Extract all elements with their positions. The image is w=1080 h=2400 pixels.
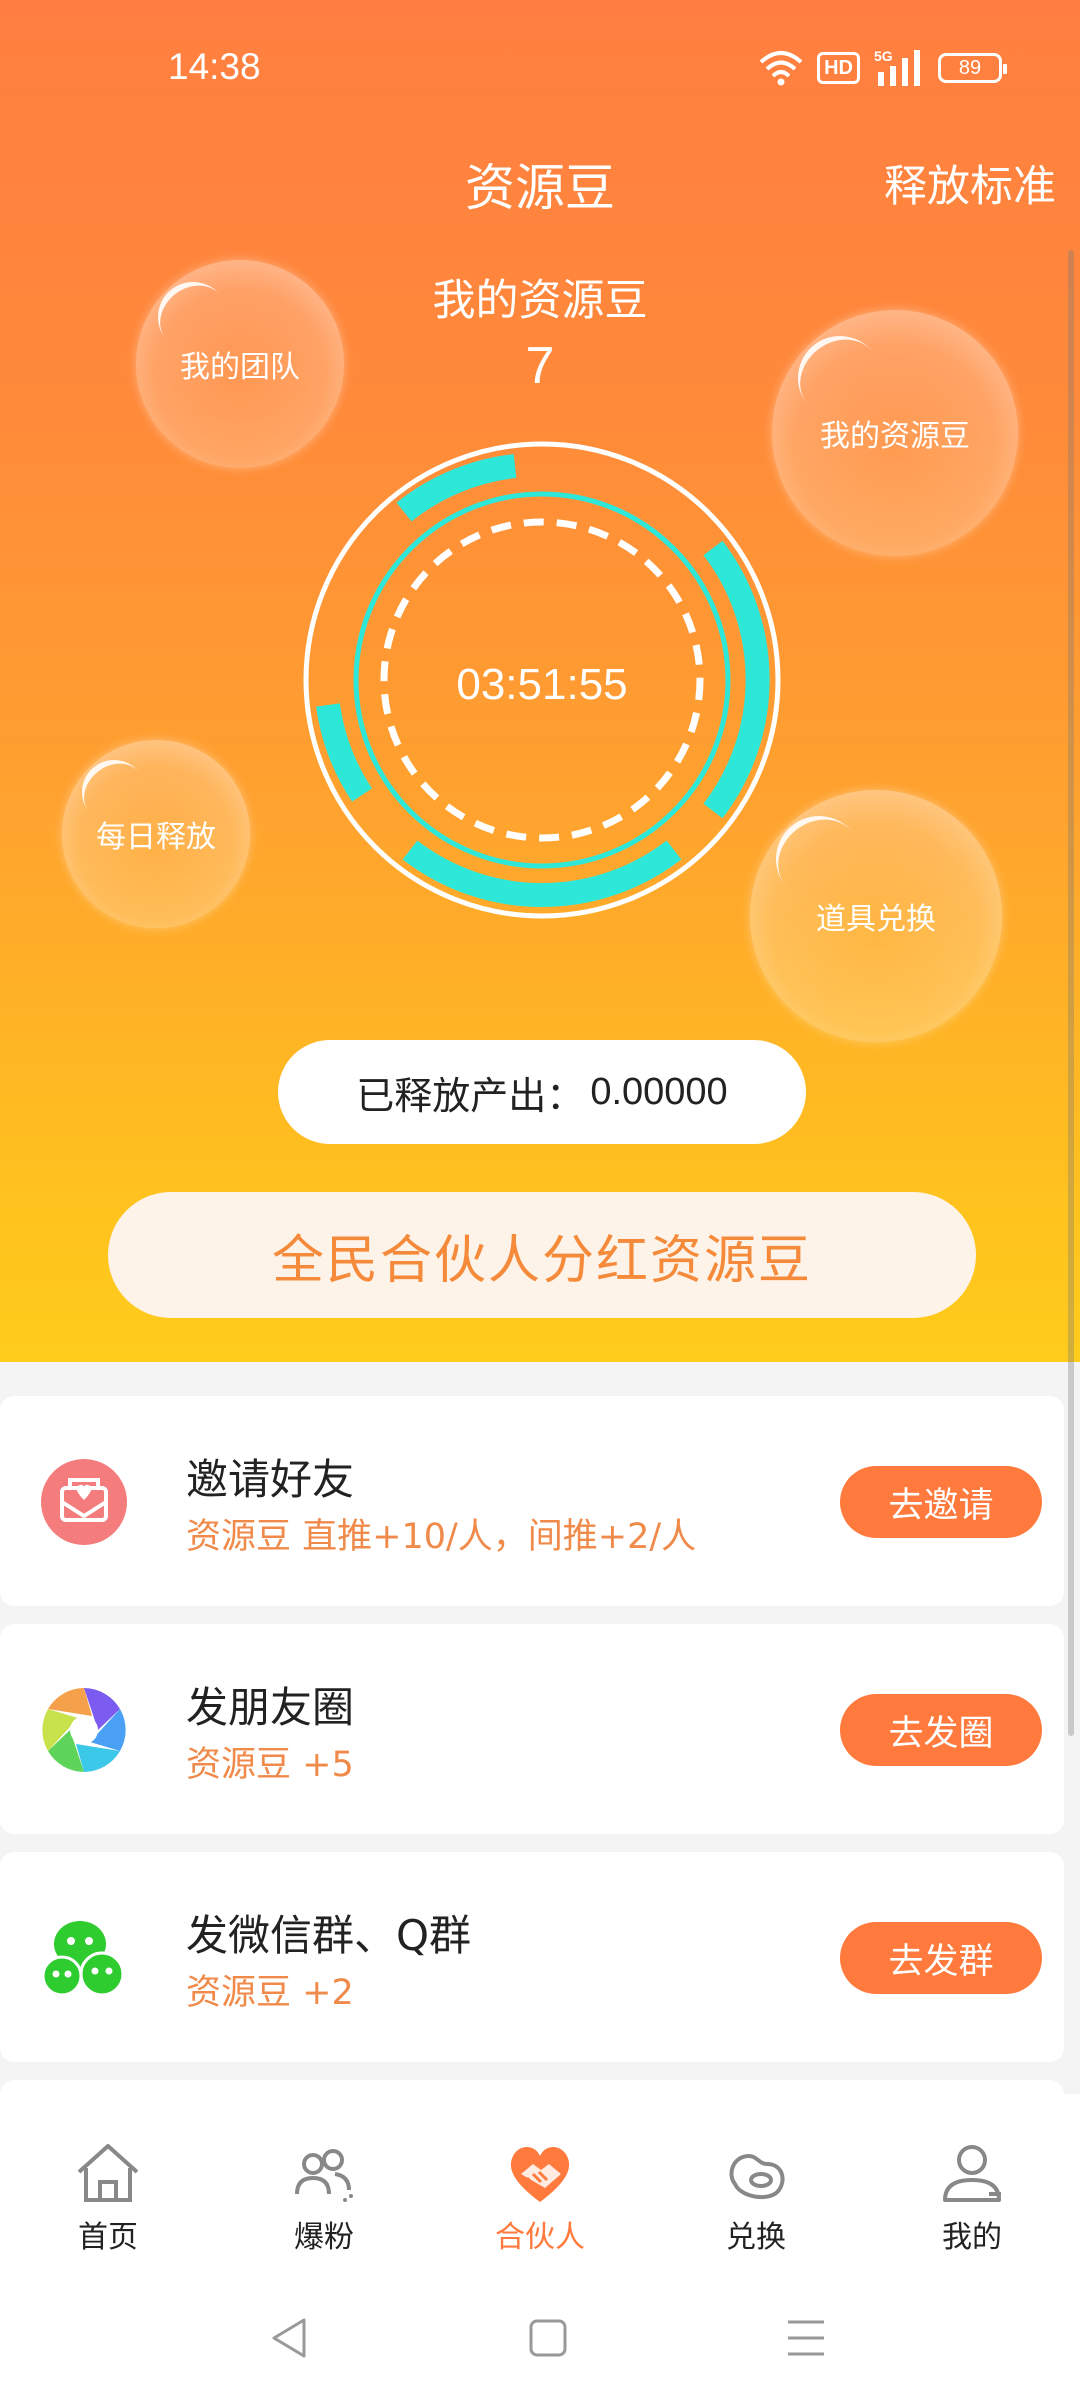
release-standard-link[interactable]: 释放标准 xyxy=(884,152,1056,214)
exchange-bean-icon xyxy=(729,2153,785,2200)
invite-button[interactable]: 去邀请 xyxy=(840,1466,1042,1538)
post-moments-button[interactable]: 去发圈 xyxy=(840,1694,1042,1766)
tab-label: 我的 xyxy=(942,2220,1002,2255)
profile-icon xyxy=(943,2145,1001,2202)
tab-label: 兑换 xyxy=(726,2220,786,2255)
status-icons: HD 5G 89 xyxy=(759,46,1007,90)
released-value: 0.00000 xyxy=(590,1070,728,1113)
item-exchange-bubble[interactable]: 道具兑换 xyxy=(750,790,1002,1042)
hero-panel: 14:38 HD 5G 89 资源豆 释放标准 我的资源豆 7 我的团队 我的资… xyxy=(0,0,1080,1362)
tab-partner[interactable]: 合伙人 xyxy=(432,2094,648,2274)
tab-label: 爆粉 xyxy=(294,2220,354,2255)
back-icon[interactable] xyxy=(266,2314,314,2362)
tab-home[interactable]: 首页 xyxy=(0,2094,216,2274)
system-nav-bar xyxy=(0,2274,1080,2400)
battery-level: 89 xyxy=(958,56,982,79)
task-title: 发微信群、Q群 xyxy=(186,1911,472,1960)
home-square-icon[interactable] xyxy=(524,2314,572,2362)
invite-envelope-icon xyxy=(41,1459,127,1545)
task-post-moments: 发朋友圈 资源豆 +5 去发圈 xyxy=(0,1624,1064,1834)
task-title: 发朋友圈 xyxy=(186,1683,355,1732)
bubble-label: 道具兑换 xyxy=(816,902,936,937)
task-title: 邀请好友 xyxy=(186,1455,355,1504)
wechat-icon xyxy=(41,1921,125,1997)
wifi-icon xyxy=(759,51,803,86)
task-reward: 资源豆 +2 xyxy=(186,1973,354,2013)
home-icon xyxy=(77,2144,139,2202)
task-reward: 资源豆 +5 xyxy=(186,1745,354,1785)
moments-aperture-icon xyxy=(42,1688,126,1772)
tab-label: 首页 xyxy=(78,2220,138,2255)
my-beans-bubble[interactable]: 我的资源豆 xyxy=(772,310,1018,556)
tab-mine[interactable]: 我的 xyxy=(864,2094,1080,2274)
scrollbar[interactable] xyxy=(1068,250,1074,1736)
task-invite-friends: 邀请好友 资源豆 直推+10/人，间推+2/人 去邀请 xyxy=(0,1396,1064,1606)
tab-fans[interactable]: 爆粉 xyxy=(216,2094,432,2274)
my-team-bubble[interactable]: 我的团队 xyxy=(136,260,344,468)
svg-text:5G: 5G xyxy=(874,48,893,64)
partner-dividend-button[interactable]: 全民合伙人分红资源豆 xyxy=(108,1192,976,1318)
fans-icon xyxy=(295,2149,353,2202)
status-bar: 14:38 HD 5G 89 xyxy=(0,0,1080,120)
released-output-pill: 已释放产出： 0.00000 xyxy=(278,1040,806,1144)
released-label: 已释放产出： xyxy=(356,1073,585,1118)
tab-label: 合伙人 xyxy=(495,2220,585,2255)
battery-indicator: 89 xyxy=(938,53,1007,83)
signal-icon: 5G xyxy=(874,48,920,86)
daily-release-bubble[interactable]: 每日释放 xyxy=(62,740,250,928)
partner-heart-icon xyxy=(510,2147,570,2202)
task-reward: 资源豆 直推+10/人，间推+2/人 xyxy=(186,1517,697,1557)
tab-exchange[interactable]: 兑换 xyxy=(648,2094,864,2274)
bottom-tab-bar: 首页 爆粉 合伙人 兑换 我的 xyxy=(0,2094,1080,2274)
menu-icon[interactable] xyxy=(782,2314,830,2362)
countdown-timer: 03:51:55 xyxy=(456,660,628,709)
status-time: 14:38 xyxy=(168,46,261,87)
post-groups-button[interactable]: 去发群 xyxy=(840,1922,1042,1994)
task-post-groups: 发微信群、Q群 资源豆 +2 去发群 xyxy=(0,1852,1064,2062)
hd-badge: HD xyxy=(817,52,860,84)
